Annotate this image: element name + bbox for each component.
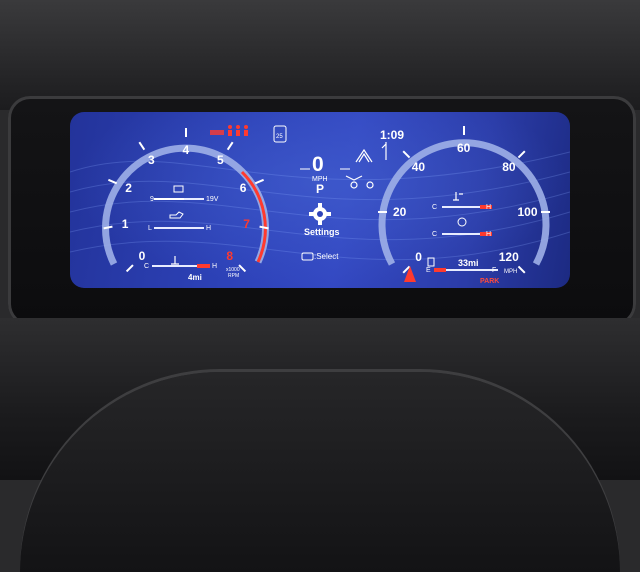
speedo-tick-40 (402, 150, 411, 159)
tach-tick-6 (254, 178, 264, 185)
calendar-badge-date: 25 (276, 134, 283, 140)
tach-unit-bottom: RPM (228, 273, 240, 279)
tach-label-1: 1 (121, 217, 129, 232)
speedo-label-40: 40 (411, 159, 426, 174)
tach-tick-3 (138, 141, 146, 151)
oil-temp-low-label: C (432, 204, 438, 211)
tach-label-5: 5 (216, 153, 224, 168)
tach-label-4: 4 (182, 143, 190, 157)
battery-gauge-fill (154, 198, 184, 200)
tach-label-3: 3 (148, 153, 155, 168)
seatbelt-warning-icons (228, 125, 248, 136)
fuel-gauge-low-zone (434, 268, 446, 272)
oil-pressure-low-label: L (148, 225, 152, 232)
speedo-label-20: 20 (393, 205, 407, 219)
tach-label-7: 7 (243, 217, 250, 232)
oil-pressure-icon (169, 211, 184, 219)
instrument-cluster-screen: 1:09 25 0 MPH P Settings :Select 0123456… (70, 112, 570, 288)
battery-low-label: 9 (150, 196, 154, 203)
settings-gear-icon[interactable] (309, 203, 331, 225)
park-indicator: PARK (480, 278, 500, 285)
speedo-label-120: 120 (498, 250, 519, 265)
oil-pressure-high-label: H (206, 225, 212, 232)
trans-temp-high-label: H (486, 231, 492, 238)
clock: 1:09 (380, 128, 405, 142)
tach-tick-2 (108, 178, 118, 185)
speedo-tick-120 (517, 265, 526, 274)
tach-label-8: 8 (226, 248, 234, 263)
transmission-temp-icon (457, 217, 467, 227)
pre-collision-icon (350, 181, 358, 189)
lane-assist-icon (355, 148, 373, 163)
oil-temp-high-label: H (486, 204, 492, 211)
gear-indicator: P (316, 182, 325, 196)
tach-label-0: 0 (138, 248, 146, 263)
trip-distance: 4mi (188, 273, 202, 282)
dashboard-top (0, 0, 640, 110)
fuel-full-label: F (492, 267, 497, 274)
tach-tick-0 (125, 264, 134, 273)
speedo-label-80: 80 (502, 159, 516, 174)
coolant-high-label: H (212, 263, 218, 270)
driver-assist-icons (345, 142, 387, 189)
speedo-label-60: 60 (457, 141, 471, 155)
steering-assist-icon (381, 142, 387, 160)
trans-temp-low-label: C (432, 231, 438, 238)
pedestrian-detection-icon (366, 181, 374, 189)
oil-temp-icon (453, 192, 463, 201)
battery-icon (173, 185, 184, 193)
battery-high-label: 19V (206, 196, 219, 203)
coolant-gauge-red-zone (197, 264, 210, 268)
coolant-icon (171, 256, 179, 265)
oil-pressure-gauge-bar (154, 227, 204, 229)
speedo-label-0: 0 (415, 250, 422, 265)
fuel-empty-label: E (426, 267, 431, 274)
speed-value: 0 (312, 153, 324, 176)
warning-lights-row (210, 125, 287, 143)
coolant-low-label: C (144, 263, 150, 270)
speedometer-unit: MPH (504, 269, 518, 275)
speedo-tick-80 (517, 150, 526, 159)
fuel-range: 33mi (458, 258, 479, 268)
speedo-label-100: 100 (517, 205, 538, 219)
tach-label-6: 6 (239, 181, 247, 196)
settings-label[interactable]: Settings (304, 228, 340, 237)
select-hint: :Select (314, 252, 339, 261)
tach-label-2: 2 (125, 181, 132, 196)
passenger-airbag-icon (210, 130, 224, 135)
tach-tick-5 (226, 141, 234, 151)
parking-brake-icon (404, 266, 416, 282)
